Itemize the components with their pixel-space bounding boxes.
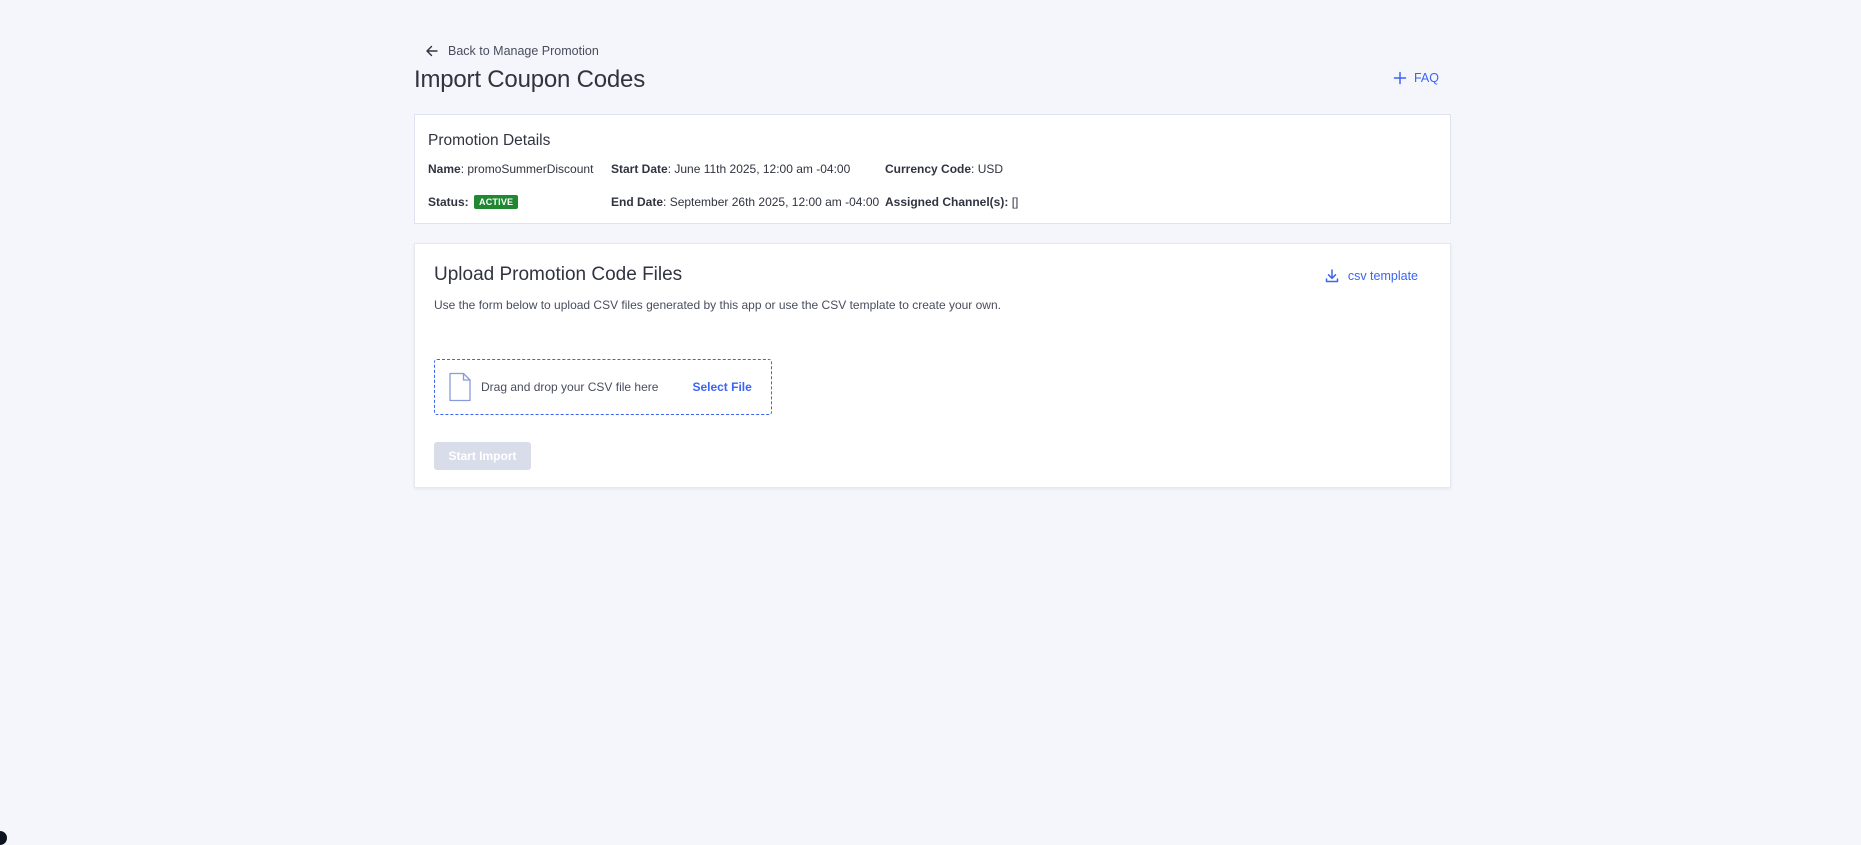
csv-template-label: csv template: [1347, 269, 1418, 283]
page-title: Import Coupon Codes: [414, 66, 645, 93]
end-date-value: September 26th 2025, 12:00 am -04:00: [669, 195, 880, 209]
promotion-details-card: Promotion Details Name: promoSummerDisco…: [414, 114, 1451, 224]
start-import-button[interactable]: Start Import: [434, 442, 531, 470]
start-date-value: June 11th 2025, 12:00 am -04:00: [674, 162, 851, 176]
name-label: Name: [428, 162, 461, 176]
download-icon: [1325, 269, 1339, 283]
arrow-left-icon: [426, 45, 438, 57]
start-date-field: Start Date: June 11th 2025, 12:00 am -04…: [611, 162, 851, 176]
dropzone-text: Drag and drop your CSV file here: [481, 380, 659, 394]
assigned-channels-label: Assigned Channel(s):: [885, 195, 1009, 209]
faq-link[interactable]: FAQ: [1393, 71, 1439, 85]
status-badge: ACTIVE: [474, 195, 519, 209]
upload-section-title: Upload Promotion Code Files: [434, 264, 683, 285]
promotion-name-field: Name: promoSummerDiscount: [428, 162, 594, 176]
back-to-manage-promotion-link[interactable]: Back to Manage Promotion: [424, 43, 599, 59]
end-date-field: End Date: September 26th 2025, 12:00 am …: [611, 195, 880, 209]
currency-code-value: USD: [977, 162, 1004, 176]
start-date-label: Start Date: [611, 162, 668, 176]
currency-code-label: Currency Code: [885, 162, 972, 176]
end-date-label: End Date: [611, 195, 664, 209]
csv-template-download-link[interactable]: csv template: [1324, 268, 1418, 284]
csv-file-dropzone[interactable]: Drag and drop your CSV file here Select …: [434, 359, 772, 415]
plus-icon: [1393, 71, 1407, 85]
promotion-details-title: Promotion Details: [428, 132, 551, 149]
faq-label: FAQ: [1413, 71, 1439, 85]
back-link-label: Back to Manage Promotion: [448, 44, 599, 58]
upload-description: Use the form below to upload CSV files g…: [434, 298, 1001, 312]
currency-code-field: Currency Code: USD: [885, 162, 1004, 176]
status-label: Status:: [428, 195, 469, 209]
assigned-channels-value: []: [1011, 195, 1019, 209]
help-launcher-dot[interactable]: [0, 831, 7, 845]
file-icon: [449, 372, 471, 402]
promotion-status-field: Status: ACTIVE: [428, 195, 519, 209]
select-file-button[interactable]: Select File: [692, 380, 751, 394]
upload-promotion-code-card: Upload Promotion Code Files Use the form…: [414, 243, 1451, 488]
name-value: promoSummerDiscount: [467, 162, 594, 176]
assigned-channels-field: Assigned Channel(s): []: [885, 195, 1018, 209]
